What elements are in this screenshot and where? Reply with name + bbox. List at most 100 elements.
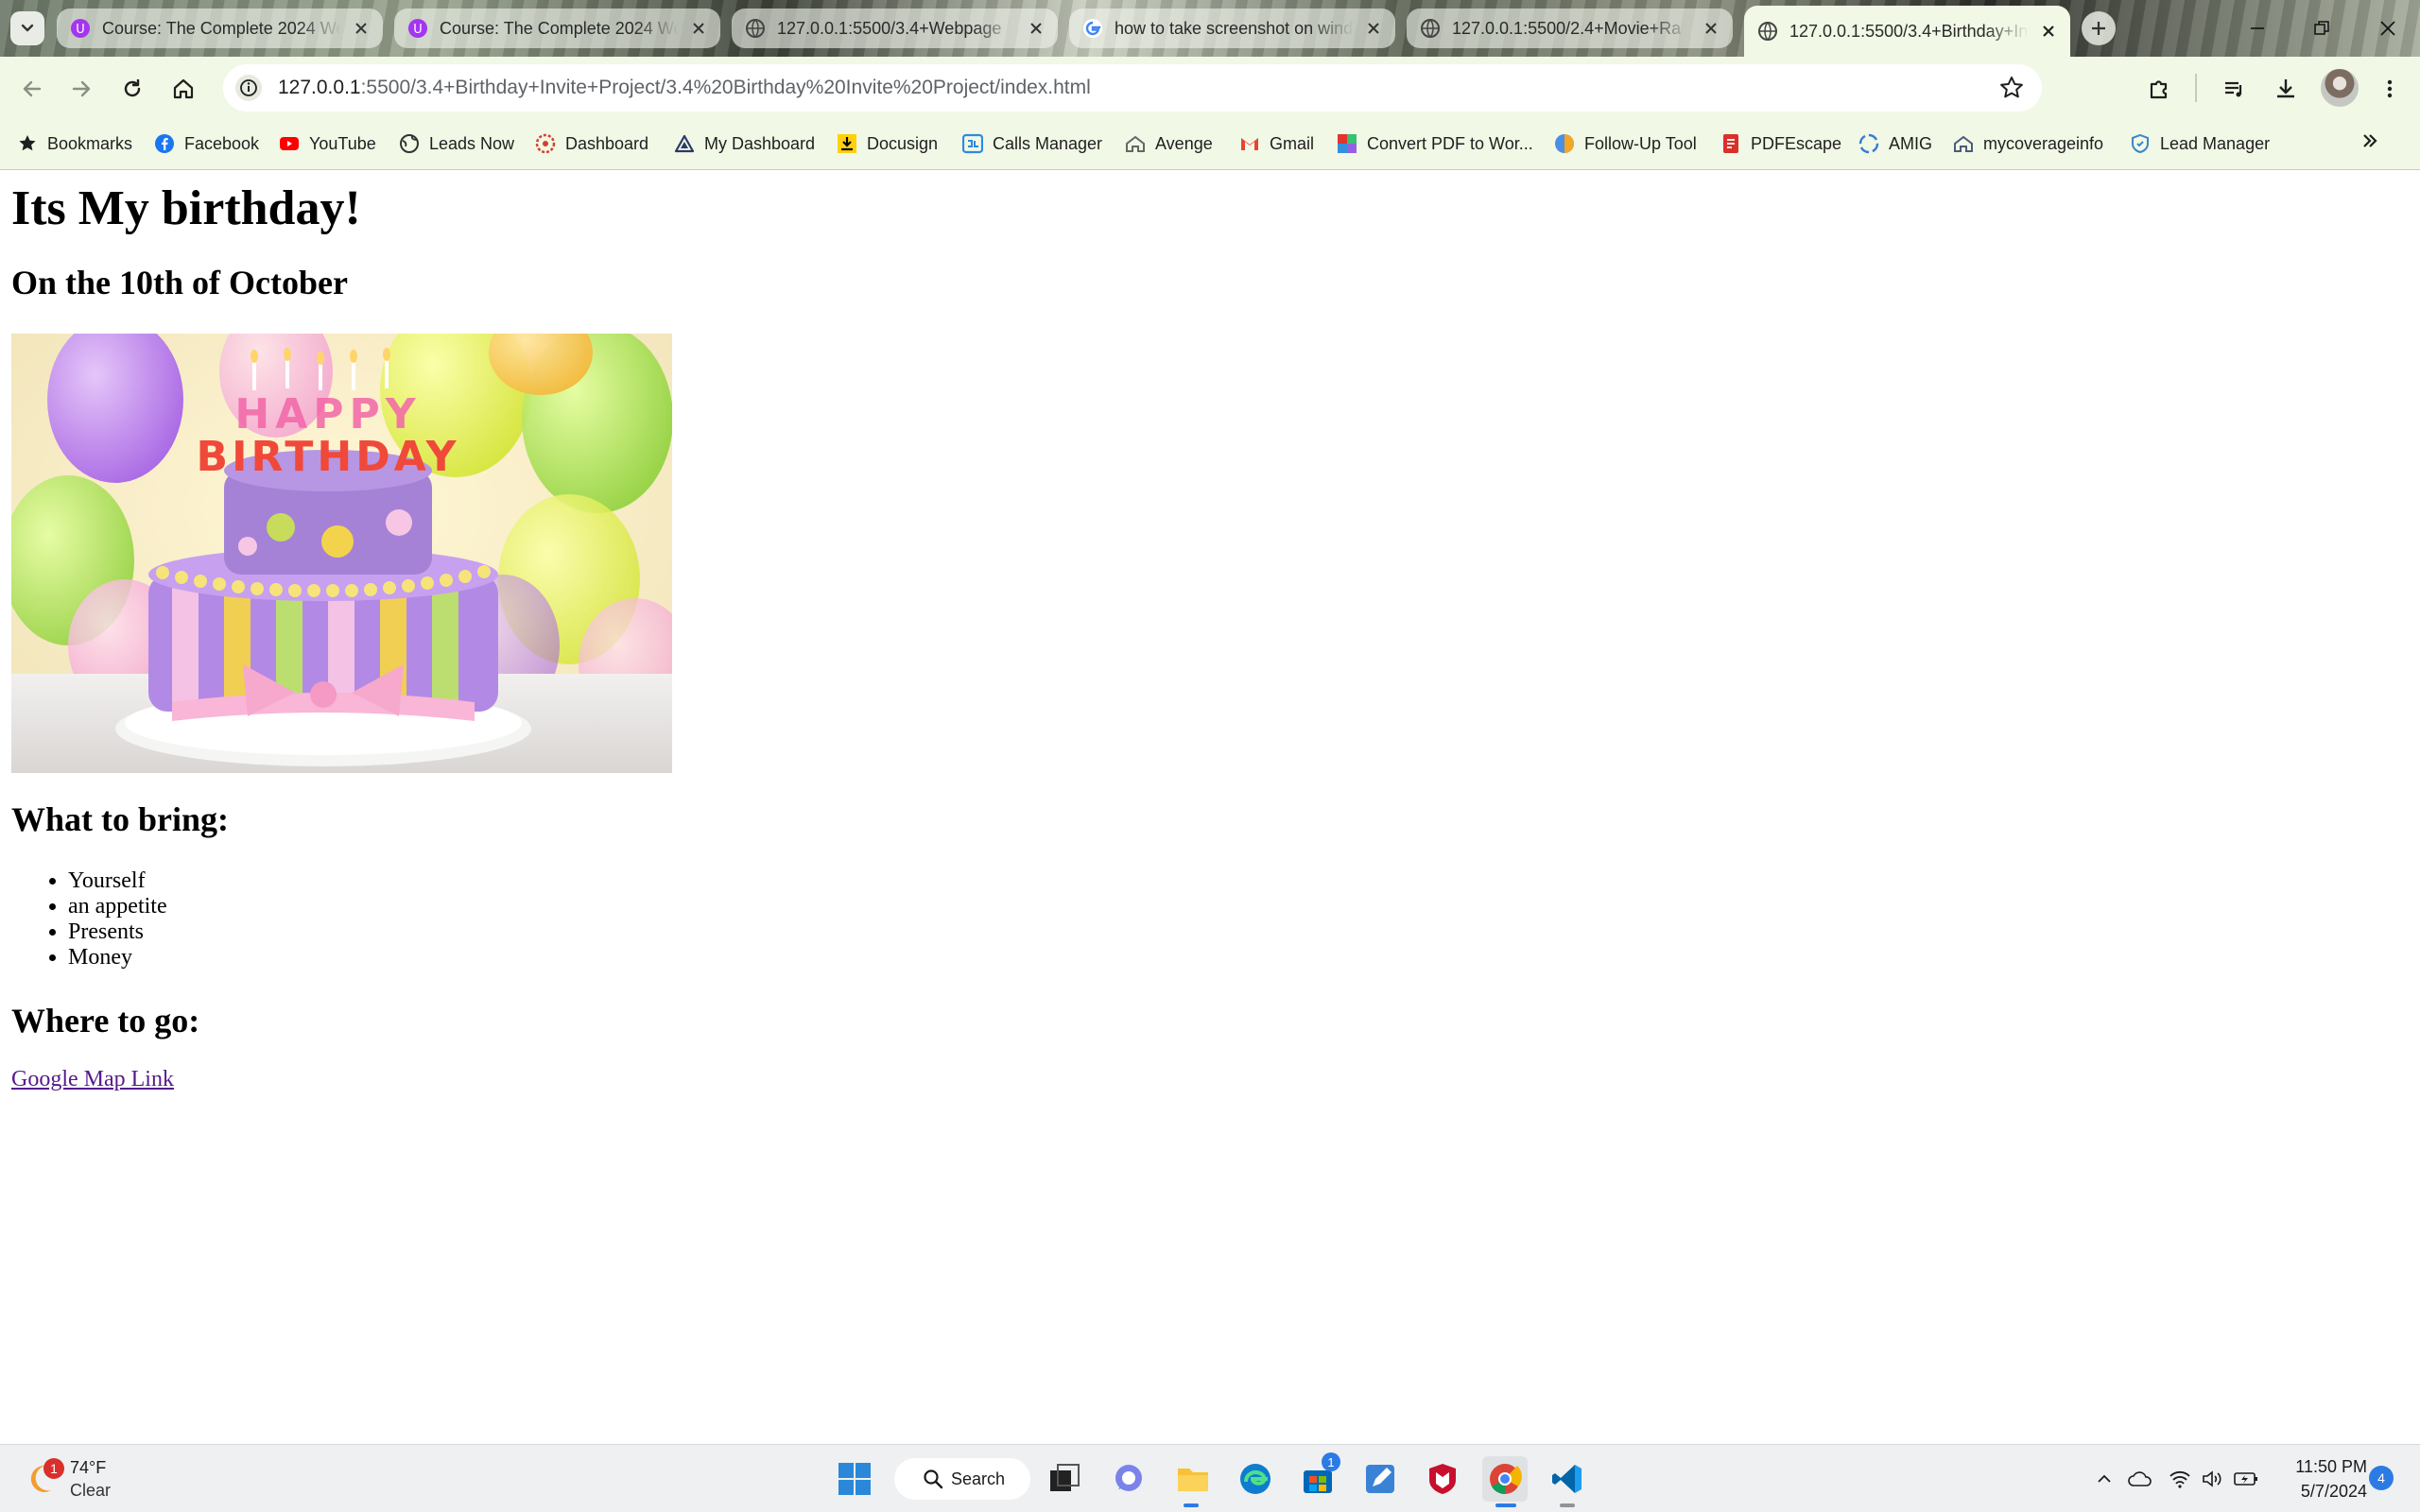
close-icon[interactable] (1703, 20, 1720, 37)
party-date: On the 10th of October (11, 264, 348, 301)
start-button[interactable] (832, 1456, 877, 1502)
bookmark-calls-manager[interactable]: Calls Manager (962, 129, 1102, 159)
bookmark-leads-now[interactable]: Leads Now (399, 129, 514, 159)
more-bookmarks-button[interactable] (2356, 127, 2384, 155)
bookmark-gmail[interactable]: Gmail (1239, 129, 1314, 159)
mcafee-button[interactable] (1420, 1456, 1465, 1502)
bookmark-docusign[interactable]: Docusign (837, 129, 938, 159)
home-icon (173, 78, 194, 99)
task-view-button[interactable] (1042, 1456, 1087, 1502)
bookmark-dashboard[interactable]: Dashboard (535, 129, 648, 159)
tab-birthday-invite[interactable]: 127.0.0.1:5500/3.4+Birthday+In (1744, 6, 2070, 57)
battery-tray[interactable] (2233, 1466, 2259, 1492)
store-badge: 1 (1322, 1452, 1340, 1471)
google-map-link[interactable]: Google Map Link (11, 1067, 174, 1092)
search-label: Search (951, 1469, 1006, 1488)
tab-title: 127.0.0.1:5500/3.4+Birthday+In (1789, 21, 2029, 41)
arrow-left-icon (23, 80, 42, 97)
close-icon[interactable] (1028, 20, 1045, 37)
edge-icon (1240, 1464, 1270, 1494)
extensions-button[interactable] (2140, 70, 2178, 108)
bookmark-my-dashboard[interactable]: My Dashboard (674, 129, 815, 159)
teams-chat-button[interactable] (1106, 1456, 1151, 1502)
notification-count-badge[interactable]: 4 (2369, 1466, 2394, 1490)
bookmark-lead-manager[interactable]: Lead Manager (2130, 129, 2270, 159)
page-content: Its My birthday! On the 10th of October (0, 171, 2420, 1444)
tab-title: Course: The Complete 2024 Web (440, 18, 679, 38)
tab-title: 127.0.0.1:5500/2.4+Movie+Ra (1452, 18, 1682, 38)
bookmark-label: Bookmarks (47, 133, 133, 153)
bookmark-youtube[interactable]: YouTube (279, 129, 376, 159)
address-bar[interactable]: 127.0.0.1:5500/3.4+Birthday+Invite+Proje… (223, 64, 2042, 112)
close-icon[interactable] (2040, 23, 2057, 40)
facebook-icon (155, 134, 174, 153)
tab-title: 127.0.0.1:5500/3.4+Webpage (777, 18, 1002, 38)
bookmark-label: Facebook (184, 133, 260, 153)
bookmark-mycoverageinfo[interactable]: mycoverageinfo (1953, 129, 2103, 159)
chrome-icon (1490, 1464, 1522, 1495)
task-view-icon (1050, 1464, 1080, 1491)
vscode-button[interactable] (1545, 1456, 1590, 1502)
tab-google-search[interactable]: how to take screenshot on windows (1069, 9, 1395, 48)
pen-app-button[interactable] (1357, 1456, 1403, 1502)
bookmark-amig[interactable]: AMIG (1858, 129, 1932, 159)
volume-tray[interactable] (2199, 1466, 2225, 1492)
bookmark-avenge[interactable]: Avenge (1125, 129, 1213, 159)
globe-icon (746, 19, 765, 38)
bookmark-convert-pdf[interactable]: Convert PDF to Wor... (1337, 129, 1533, 159)
bring-list: Yourself an appetite Presents Money (68, 868, 167, 971)
running-indicator (1560, 1503, 1575, 1507)
pen-icon (1366, 1465, 1394, 1493)
home-button[interactable] (164, 70, 202, 108)
more-vertical-icon (2387, 79, 2393, 98)
bookmark-follow-up-tool[interactable]: Follow-Up Tool (1554, 129, 1697, 159)
bookmark-star-icon[interactable] (1998, 75, 2025, 101)
plus-icon (2092, 22, 2105, 35)
mcafee-icon (1429, 1464, 1456, 1494)
forward-button[interactable] (62, 70, 100, 108)
close-window-button[interactable] (2360, 9, 2416, 47)
tab-udemy-2[interactable]: U Course: The Complete 2024 Web (394, 9, 720, 48)
site-info-icon[interactable] (234, 74, 263, 102)
chrome-button[interactable] (1482, 1456, 1528, 1502)
svg-text:U: U (413, 23, 423, 37)
bookmarks-folder[interactable]: Bookmarks (17, 129, 132, 159)
back-button[interactable] (13, 70, 51, 108)
restore-button[interactable] (2293, 9, 2350, 47)
bookmark-label: PDFEscape (1751, 133, 1842, 153)
minimize-button[interactable] (2229, 9, 2286, 47)
tab-movie-ranking[interactable]: 127.0.0.1:5500/2.4+Movie+Ra (1407, 9, 1733, 48)
tab-udemy-1[interactable]: U Course: The Complete 2024 Web (57, 9, 383, 48)
bookmark-facebook[interactable]: Facebook (154, 129, 259, 159)
taskbar-search[interactable]: Search (894, 1458, 1030, 1500)
bookmark-pdfescape[interactable]: PDFEscape (1720, 129, 1841, 159)
media-controls-button[interactable] (2216, 70, 2254, 108)
weather-widget[interactable]: 1 74°F Clear (23, 1452, 155, 1505)
bookmark-label: My Dashboard (704, 133, 816, 153)
show-hidden-icons-button[interactable] (2091, 1466, 2118, 1492)
svg-text:BIRTHDAY: BIRTHDAY (197, 433, 460, 481)
running-indicator (1184, 1503, 1199, 1507)
new-tab-button[interactable] (2082, 11, 2116, 45)
bookmark-label: Dashboard (565, 133, 649, 153)
profile-avatar[interactable] (2321, 69, 2359, 107)
onedrive-tray[interactable] (2127, 1466, 2153, 1492)
windows-taskbar: 1 74°F Clear Search 1 11:50 PM 5/7/2024 … (0, 1444, 2420, 1512)
reload-button[interactable] (113, 70, 151, 108)
edge-button[interactable] (1233, 1456, 1278, 1502)
wifi-tray[interactable] (2167, 1466, 2193, 1492)
house-icon (1954, 135, 1973, 152)
tab-webpage[interactable]: 127.0.0.1:5500/3.4+Webpage (732, 9, 1058, 48)
browser-menu-button[interactable] (2371, 70, 2409, 108)
bookmark-label: mycoverageinfo (1983, 133, 2104, 153)
close-icon[interactable] (353, 20, 370, 37)
close-icon[interactable] (1365, 20, 1382, 37)
system-clock[interactable]: 11:50 PM 5/7/2024 (2273, 1454, 2367, 1503)
file-explorer-button[interactable] (1170, 1456, 1216, 1502)
bookmarks-bar: Bookmarks Facebook YouTube Leads Now Das… (0, 117, 2420, 170)
downloads-button[interactable] (2267, 70, 2305, 108)
bookmark-label: Leads Now (429, 133, 515, 153)
tab-search-button[interactable] (10, 11, 44, 45)
list-item: Presents (68, 919, 167, 945)
close-icon[interactable] (690, 20, 707, 37)
